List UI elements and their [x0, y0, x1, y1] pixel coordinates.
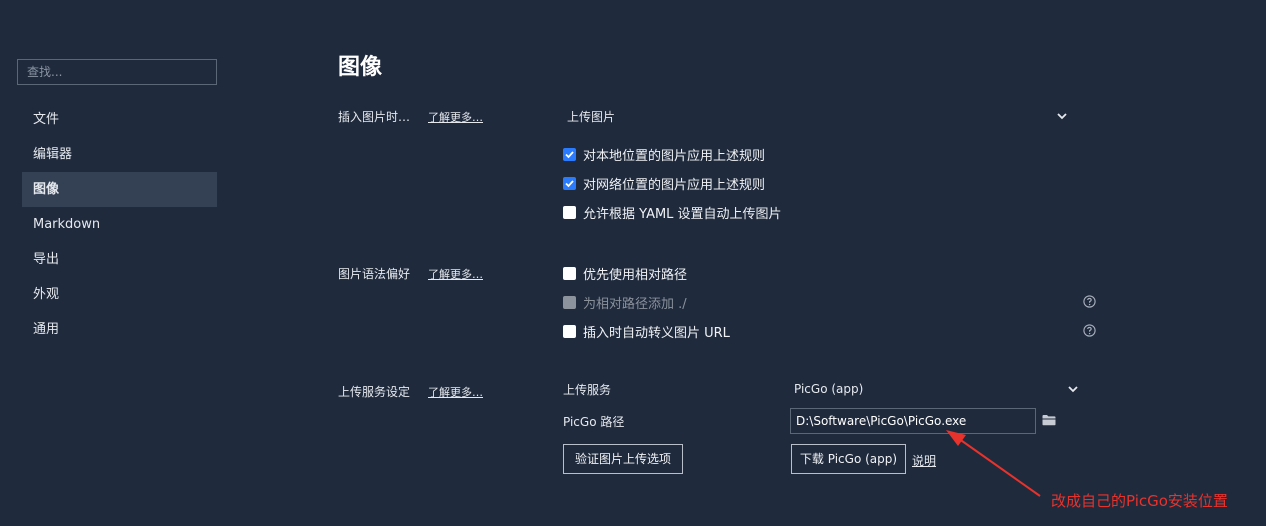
insert-section-label: 插入图片时… [338, 110, 411, 124]
folder-icon[interactable] [1042, 414, 1056, 426]
learn-more-link-upload[interactable]: 了解更多… [428, 384, 483, 400]
checkbox-escape-url[interactable]: 插入时自动转义图片 URL [563, 322, 730, 341]
sidebar-item-editor[interactable]: 编辑器 [22, 137, 217, 172]
learn-more-link-insert[interactable]: 了解更多… [428, 109, 483, 125]
picgo-path-label: PicGo 路径 [563, 415, 625, 429]
checkbox-checked[interactable] [563, 176, 576, 190]
checkbox-label: 插入时自动转义图片 URL [583, 325, 730, 341]
upload-service-label: 上传服务 [563, 383, 612, 397]
question-circle-icon[interactable] [1083, 324, 1096, 337]
search-input[interactable] [17, 59, 217, 85]
insert-action-select[interactable]: 上传图片 [567, 108, 615, 125]
upload-service-select[interactable]: PicGo (app) [794, 382, 863, 396]
checkbox-label: 允许根据 YAML 设置自动上传图片 [583, 206, 782, 222]
check-icon [565, 179, 574, 187]
syntax-section-label: 图片语法偏好 [338, 267, 411, 281]
checkbox-checked[interactable] [563, 147, 576, 161]
sidebar-item-file[interactable]: 文件 [22, 102, 217, 137]
sidebar-item-markdown[interactable]: Markdown [22, 207, 217, 242]
question-circle-icon[interactable] [1083, 295, 1096, 308]
chevron-down-icon[interactable] [1066, 382, 1080, 396]
checkbox-unchecked[interactable] [563, 324, 576, 338]
checkbox-prefer-relative[interactable]: 优先使用相对路径 [563, 264, 688, 283]
download-picgo-button[interactable]: 下载 PicGo (app) [791, 444, 906, 474]
picgo-path-input[interactable] [790, 408, 1036, 434]
checkbox-disabled [563, 295, 576, 309]
sidebar-item-image[interactable]: 图像 [22, 172, 217, 207]
learn-more-link-syntax[interactable]: 了解更多… [428, 266, 483, 282]
help-link[interactable]: 说明 [912, 452, 936, 469]
checkbox-yaml-upload[interactable]: 允许根据 YAML 设置自动上传图片 [563, 203, 782, 222]
sidebar-item-appearance[interactable]: 外观 [22, 277, 217, 312]
checkbox-unchecked[interactable] [563, 266, 576, 280]
check-icon [565, 150, 574, 158]
checkbox-label: 为相对路径添加 ./ [583, 296, 687, 312]
page-title: 图像 [338, 55, 383, 80]
checkbox-label: 优先使用相对路径 [583, 267, 688, 283]
annotation-text: 改成自己的PicGo安装位置 [1051, 492, 1228, 510]
chevron-down-icon[interactable] [1055, 109, 1069, 123]
upload-section-label: 上传服务设定 [338, 385, 411, 399]
checkbox-add-dot-slash: 为相对路径添加 ./ [563, 293, 687, 312]
checkbox-label: 对网络位置的图片应用上述规则 [583, 177, 766, 193]
sidebar-item-export[interactable]: 导出 [22, 242, 217, 277]
checkbox-apply-network[interactable]: 对网络位置的图片应用上述规则 [563, 174, 766, 193]
sidebar-nav: 文件 编辑器 图像 Markdown 导出 外观 通用 [22, 102, 217, 347]
checkbox-apply-local[interactable]: 对本地位置的图片应用上述规则 [563, 145, 766, 164]
sidebar-item-general[interactable]: 通用 [22, 312, 217, 347]
sidebar: 文件 编辑器 图像 Markdown 导出 外观 通用 [0, 0, 235, 526]
checkbox-label: 对本地位置的图片应用上述规则 [583, 148, 766, 164]
checkbox-unchecked[interactable] [563, 205, 576, 219]
verify-upload-button[interactable]: 验证图片上传选项 [563, 444, 683, 474]
